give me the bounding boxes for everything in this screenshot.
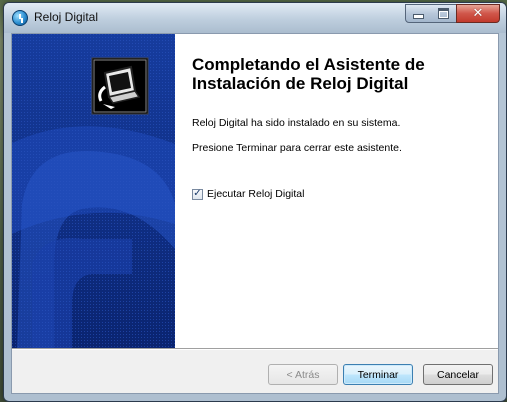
clock-app-icon[interactable]	[12, 10, 28, 26]
page-title: Completando el Asistente de Instalación …	[192, 55, 425, 93]
minimize-button[interactable]	[405, 4, 432, 23]
close-button[interactable]: ✕	[456, 4, 500, 23]
installer-computer-icon	[91, 57, 149, 115]
wizard-body: Completando el Asistente de Instalación …	[11, 33, 499, 394]
installed-message: Reloj Digital ha sido instalado en su si…	[192, 117, 401, 129]
footer-divider	[12, 348, 498, 350]
installer-window: Reloj Digital ✕ Completando el Asistente…	[3, 2, 507, 402]
minimize-icon	[413, 14, 424, 19]
run-app-checkbox-label[interactable]: Ejecutar Reloj Digital	[207, 188, 304, 200]
maximize-button[interactable]	[431, 4, 457, 23]
window-title: Reloj Digital	[34, 10, 99, 24]
finish-button[interactable]: Terminar	[343, 364, 413, 385]
cancel-button[interactable]: Cancelar	[423, 364, 493, 385]
title-bar[interactable]: Reloj Digital ✕	[4, 3, 506, 33]
maximize-icon	[438, 8, 449, 19]
wizard-side-banner	[12, 34, 175, 348]
finish-instruction: Presione Terminar para cerrar este asist…	[192, 142, 402, 154]
run-app-option[interactable]: ✓ Ejecutar Reloj Digital	[192, 188, 304, 200]
run-app-checkbox[interactable]: ✓	[192, 188, 203, 200]
wizard-content: Completando el Asistente de Instalación …	[175, 34, 498, 348]
close-icon: ✕	[472, 6, 484, 21]
back-button[interactable]: < Atrás	[268, 364, 338, 385]
